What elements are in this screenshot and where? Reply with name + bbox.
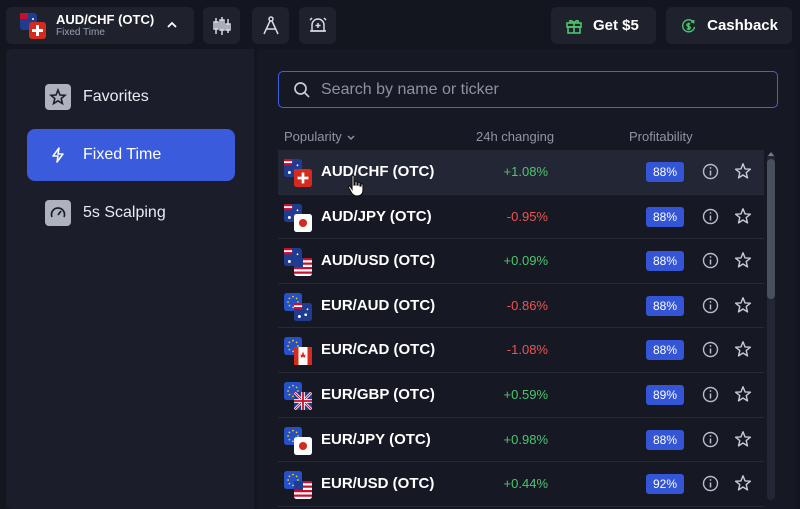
currency-pair-flag-icon: [284, 203, 312, 232]
change-value: +0.09%: [503, 253, 548, 269]
search-icon: [294, 81, 310, 98]
favorite-star-icon[interactable]: [734, 296, 752, 314]
table-row[interactable]: AUD/USD (OTC) +0.09% 88%: [278, 239, 764, 284]
header-profitability[interactable]: Profitability: [629, 129, 693, 144]
profitability-badge: 88%: [646, 251, 684, 272]
scrollbar-thumb[interactable]: [767, 159, 775, 299]
change-value: -0.95%: [506, 208, 548, 224]
table-row[interactable]: EUR/JPY (OTC) +0.98% 88%: [278, 418, 764, 463]
profitability-badge: 89%: [646, 384, 684, 405]
favorite-star-icon[interactable]: [734, 207, 752, 225]
chevron-up-icon: [167, 21, 177, 28]
table-row[interactable]: EUR/GBP (OTC) +0.59% 89%: [278, 373, 764, 418]
table-row[interactable]: EUR/USD (OTC) +0.44% 92%: [278, 462, 764, 507]
asset-title: AUD/CHF (OTC): [56, 12, 155, 27]
currency-pair-flag-icon: [284, 292, 312, 321]
scrollbar[interactable]: [767, 152, 775, 500]
lightning-icon: [45, 142, 71, 168]
change-value: +0.98%: [503, 431, 548, 447]
currency-pair-flag-icon: [284, 248, 312, 277]
asset-name: EUR/AUD (OTC): [321, 296, 436, 314]
info-icon[interactable]: [702, 208, 719, 225]
hand-pointer-cursor-icon: [347, 174, 364, 197]
info-icon[interactable]: [702, 163, 719, 180]
compass-drawing-icon: [262, 15, 279, 34]
currency-pair-flag-icon: [284, 426, 312, 455]
cashback-label: Cashback: [707, 17, 778, 34]
asset-selector-button[interactable]: AUD/CHF (OTC) Fixed Time: [6, 7, 194, 44]
favorite-star-icon[interactable]: [734, 251, 752, 269]
cashback-icon: [681, 18, 696, 32]
sort-popularity-header[interactable]: Popularity: [284, 129, 356, 144]
sidebar-item-fixed-time[interactable]: Fixed Time: [27, 129, 235, 181]
info-icon[interactable]: [702, 431, 719, 448]
table-row[interactable]: EUR/CAD (OTC) -1.08% 88%: [278, 328, 764, 373]
sidebar-item-label: Favorites: [83, 88, 149, 105]
asset-name: EUR/JPY (OTC): [321, 430, 431, 448]
currency-pair-flag-icon: [284, 381, 312, 410]
sidebar-item-5s-scalping[interactable]: 5s Scalping: [27, 187, 235, 239]
asset-subtitle: Fixed Time: [56, 27, 105, 38]
cashback-button[interactable]: Cashback: [666, 7, 792, 44]
top-bar: AUD/CHF (OTC) Fixed Time Get $5 Cashback: [0, 0, 800, 50]
candlestick-icon: [212, 16, 231, 35]
header-24h-changing[interactable]: 24h changing: [476, 129, 554, 144]
search-box[interactable]: [278, 71, 778, 108]
gift-icon: [566, 19, 582, 34]
asset-name: EUR/USD (OTC): [321, 475, 435, 493]
change-value: +0.44%: [503, 476, 548, 492]
gauge-icon: [45, 200, 71, 226]
info-icon[interactable]: [702, 475, 719, 492]
favorite-star-icon[interactable]: [734, 430, 752, 448]
info-icon[interactable]: [702, 297, 719, 314]
asset-name: AUD/JPY (OTC): [321, 207, 432, 225]
signals-button[interactable]: [299, 7, 336, 44]
table-row[interactable]: AUD/JPY (OTC) -0.95% 88%: [278, 195, 764, 240]
favorite-star-icon[interactable]: [734, 340, 752, 358]
change-value: +1.08%: [503, 164, 548, 179]
sidebar-item-label: 5s Scalping: [83, 204, 166, 221]
indicators-button[interactable]: [203, 7, 240, 44]
favorite-star-icon[interactable]: [734, 385, 752, 403]
chevron-down-icon: [347, 135, 355, 140]
star-icon: [45, 84, 71, 110]
sidebar-item-favorites[interactable]: Favorites: [27, 71, 235, 123]
asset-table: AUD/CHF (OTC) +1.08% 88% AUD/JPY (OTC) -…: [278, 150, 764, 507]
asset-name: EUR/GBP (OTC): [321, 385, 435, 403]
header-popularity: Popularity: [284, 129, 342, 144]
asset-name: AUD/CHF (OTC): [321, 163, 435, 180]
asset-name: AUD/USD (OTC): [321, 252, 436, 270]
info-icon[interactable]: [702, 386, 719, 403]
get-bonus-button[interactable]: Get $5: [551, 7, 656, 44]
change-value: -1.08%: [506, 342, 548, 358]
info-icon[interactable]: [702, 252, 719, 269]
scroll-up-arrow-icon[interactable]: [768, 152, 774, 156]
get-bonus-label: Get $5: [593, 17, 639, 34]
profitability-badge: 88%: [646, 340, 684, 361]
table-row[interactable]: EUR/AUD (OTC) -0.86% 88%: [278, 284, 764, 329]
currency-pair-flag-icon: [284, 337, 312, 366]
search-input[interactable]: [321, 80, 741, 99]
category-sidebar: Favorites Fixed Time 5s Scalping: [6, 49, 254, 509]
alarm-plus-icon: [308, 16, 327, 32]
profitability-badge: 88%: [646, 429, 684, 450]
change-value: -0.86%: [506, 297, 548, 313]
profitability-badge: 88%: [646, 162, 684, 182]
favorite-star-icon[interactable]: [734, 474, 752, 492]
info-icon[interactable]: [702, 341, 719, 358]
asset-name: EUR/CAD (OTC): [321, 341, 436, 359]
drawings-button[interactable]: [252, 7, 289, 44]
currency-pair-flag-icon: [284, 159, 312, 187]
asset-pair-flag-icon: [20, 12, 46, 39]
profitability-badge: 88%: [646, 206, 684, 227]
currency-pair-flag-icon: [284, 471, 312, 500]
favorite-star-icon[interactable]: [734, 162, 752, 180]
sidebar-item-label: Fixed Time: [83, 146, 162, 163]
profitability-badge: 88%: [646, 295, 684, 316]
change-value: +0.59%: [503, 386, 548, 402]
profitability-badge: 92%: [646, 474, 684, 495]
